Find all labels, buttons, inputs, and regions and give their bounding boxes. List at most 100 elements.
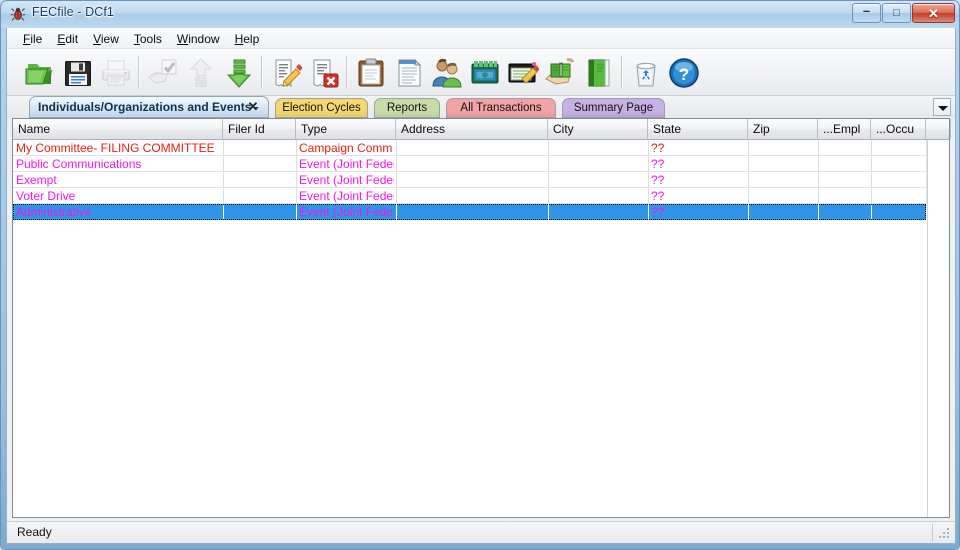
- grid-cell-filer_id: [223, 140, 294, 156]
- svg-text:?: ?: [679, 65, 689, 84]
- table-row[interactable]: Exempt Event (Joint Feder??: [13, 172, 949, 188]
- tab-label: All Transactions: [460, 102, 542, 114]
- table-row[interactable]: Public Communications Event (Joint Feder?…: [13, 156, 949, 172]
- save-floppy-button[interactable]: [59, 54, 97, 92]
- green-book-icon: [583, 57, 615, 89]
- tab-individuals-organizations-and-events[interactable]: Individuals/Organizations and Events - ✕: [29, 96, 269, 118]
- new-transaction-button[interactable]: [267, 54, 305, 92]
- menu-view[interactable]: View: [87, 31, 125, 47]
- delete-transaction-icon: [308, 57, 340, 89]
- close-glyph: ✕: [928, 6, 939, 21]
- minimize-glyph: –: [862, 3, 871, 18]
- save-floppy-icon: [62, 57, 94, 89]
- open-folder-button[interactable]: [21, 54, 59, 92]
- grid-cell-occu: [871, 172, 924, 188]
- grid-column-header-empl[interactable]: ...Empl: [818, 119, 871, 139]
- grid-cell-address: [396, 156, 546, 172]
- maximize-button[interactable]: □: [882, 3, 911, 23]
- table-row[interactable]: Administrative Event (Joint Feder??: [13, 204, 949, 220]
- grid-column-header-blank[interactable]: [926, 119, 951, 139]
- grid-cell-state: ??: [651, 205, 665, 219]
- tab-close-icon[interactable]: ✕: [246, 100, 260, 114]
- menu-edit[interactable]: Edit: [51, 31, 84, 47]
- tab-label: Reports: [386, 102, 428, 114]
- grid-column-header-zip[interactable]: Zip: [748, 119, 818, 139]
- grid-cell-state: ??: [651, 189, 665, 203]
- grid-cell-type: Campaign Comm: [299, 141, 393, 155]
- grid-column-header-type[interactable]: Type: [296, 119, 396, 139]
- write-check-icon: [507, 57, 540, 89]
- tab-label: Individuals/Organizations and Events -: [38, 100, 259, 114]
- menu-help[interactable]: Help: [229, 31, 266, 47]
- write-check-button[interactable]: [504, 54, 542, 92]
- money-stack-button[interactable]: [466, 54, 504, 92]
- clipboard-icon: [355, 57, 387, 89]
- grid-column-header-address[interactable]: Address: [396, 119, 548, 139]
- grid-cell-type: Event (Joint Feder: [299, 173, 394, 187]
- grid-column-header-name[interactable]: Name: [13, 119, 223, 139]
- tab-all-transactions[interactable]: All Transactions: [446, 98, 556, 118]
- grid-cell-empl: [818, 156, 869, 172]
- tab-list-dropdown-button[interactable]: [933, 98, 951, 116]
- grid-cell-address: [396, 140, 546, 156]
- grid-cell-zip: [748, 156, 816, 172]
- status-bar: Ready: [7, 521, 955, 543]
- grid-cell-occu: [871, 204, 924, 220]
- resize-grip[interactable]: [937, 526, 951, 540]
- upload-arrow-icon: [185, 57, 217, 89]
- grid-column-header-occu[interactable]: ...Occu: [871, 119, 926, 139]
- toolbar-separator: [346, 56, 347, 89]
- grid-cell-filer_id: [223, 156, 294, 172]
- table-row[interactable]: My Committee- FILING COMMITTEE Campaign C…: [13, 140, 949, 156]
- report-document-button[interactable]: [390, 54, 428, 92]
- grid-cell-filer_id: [223, 188, 294, 204]
- grid-cell-zip: [748, 172, 816, 188]
- toolbar-separator: [138, 56, 139, 89]
- grid-cell-city: [548, 140, 646, 156]
- grid-cell-zip: [748, 204, 816, 220]
- grid-cell-address: [396, 188, 546, 204]
- contacts-people-button[interactable]: [428, 54, 466, 92]
- grid-cell-state: ??: [651, 173, 665, 187]
- hand-open-book-button[interactable]: [542, 54, 580, 92]
- print-icon: [100, 57, 132, 89]
- chevron-down-icon: [938, 106, 948, 111]
- grid-cell-type: Event (Joint Feder: [299, 205, 394, 219]
- tab-reports[interactable]: Reports: [374, 98, 440, 118]
- grid-cell-state: ??: [651, 141, 665, 155]
- report-document-icon: [393, 57, 425, 89]
- delete-transaction-button[interactable]: [305, 54, 343, 92]
- grid-cell-empl: [818, 172, 869, 188]
- grid-cell-name: Voter Drive: [16, 189, 76, 203]
- minimize-button[interactable]: –: [852, 3, 881, 23]
- menu-window[interactable]: Window: [171, 31, 226, 47]
- download-arrow-button[interactable]: [220, 54, 258, 92]
- client-area: File Edit View Tools Window Help ? Indiv…: [6, 28, 956, 544]
- tab-election-cycles[interactable]: Election Cycles: [275, 98, 368, 118]
- menu-file[interactable]: File: [17, 31, 48, 47]
- grid-column-header-city[interactable]: City: [548, 119, 648, 139]
- grid-cell-occu: [871, 140, 924, 156]
- validate-hand-check-button: [144, 54, 182, 92]
- table-row[interactable]: Voter Drive Event (Joint Feder??: [13, 188, 949, 204]
- close-button[interactable]: ✕: [912, 3, 955, 23]
- menu-bar: File Edit View Tools Window Help: [7, 28, 955, 49]
- grid-cell-zip: [748, 188, 816, 204]
- app-bug-icon: [10, 6, 26, 22]
- tab-summary-page[interactable]: Summary Page: [562, 98, 665, 118]
- grid-column-header-state[interactable]: State: [648, 119, 748, 139]
- title-bar: FECfile - DCf1 – □ ✕: [1, 1, 959, 28]
- grid-column-header-filerid[interactable]: Filer Id: [223, 119, 296, 139]
- menu-tools[interactable]: Tools: [128, 31, 168, 47]
- validate-hand-check-icon: [147, 57, 179, 89]
- money-stack-icon: [469, 57, 501, 89]
- help-question-button[interactable]: ?: [665, 54, 703, 92]
- clipboard-button[interactable]: [352, 54, 390, 92]
- grid-cell-city: [548, 156, 646, 172]
- tab-strip: Individuals/Organizations and Events - ✕ E…: [7, 96, 955, 118]
- new-transaction-icon: [270, 57, 303, 89]
- grid-cell-name: Administrative: [16, 205, 92, 219]
- green-book-button[interactable]: [580, 54, 618, 92]
- recycle-bin-button[interactable]: [627, 54, 665, 92]
- grid-cell-empl: [818, 140, 869, 156]
